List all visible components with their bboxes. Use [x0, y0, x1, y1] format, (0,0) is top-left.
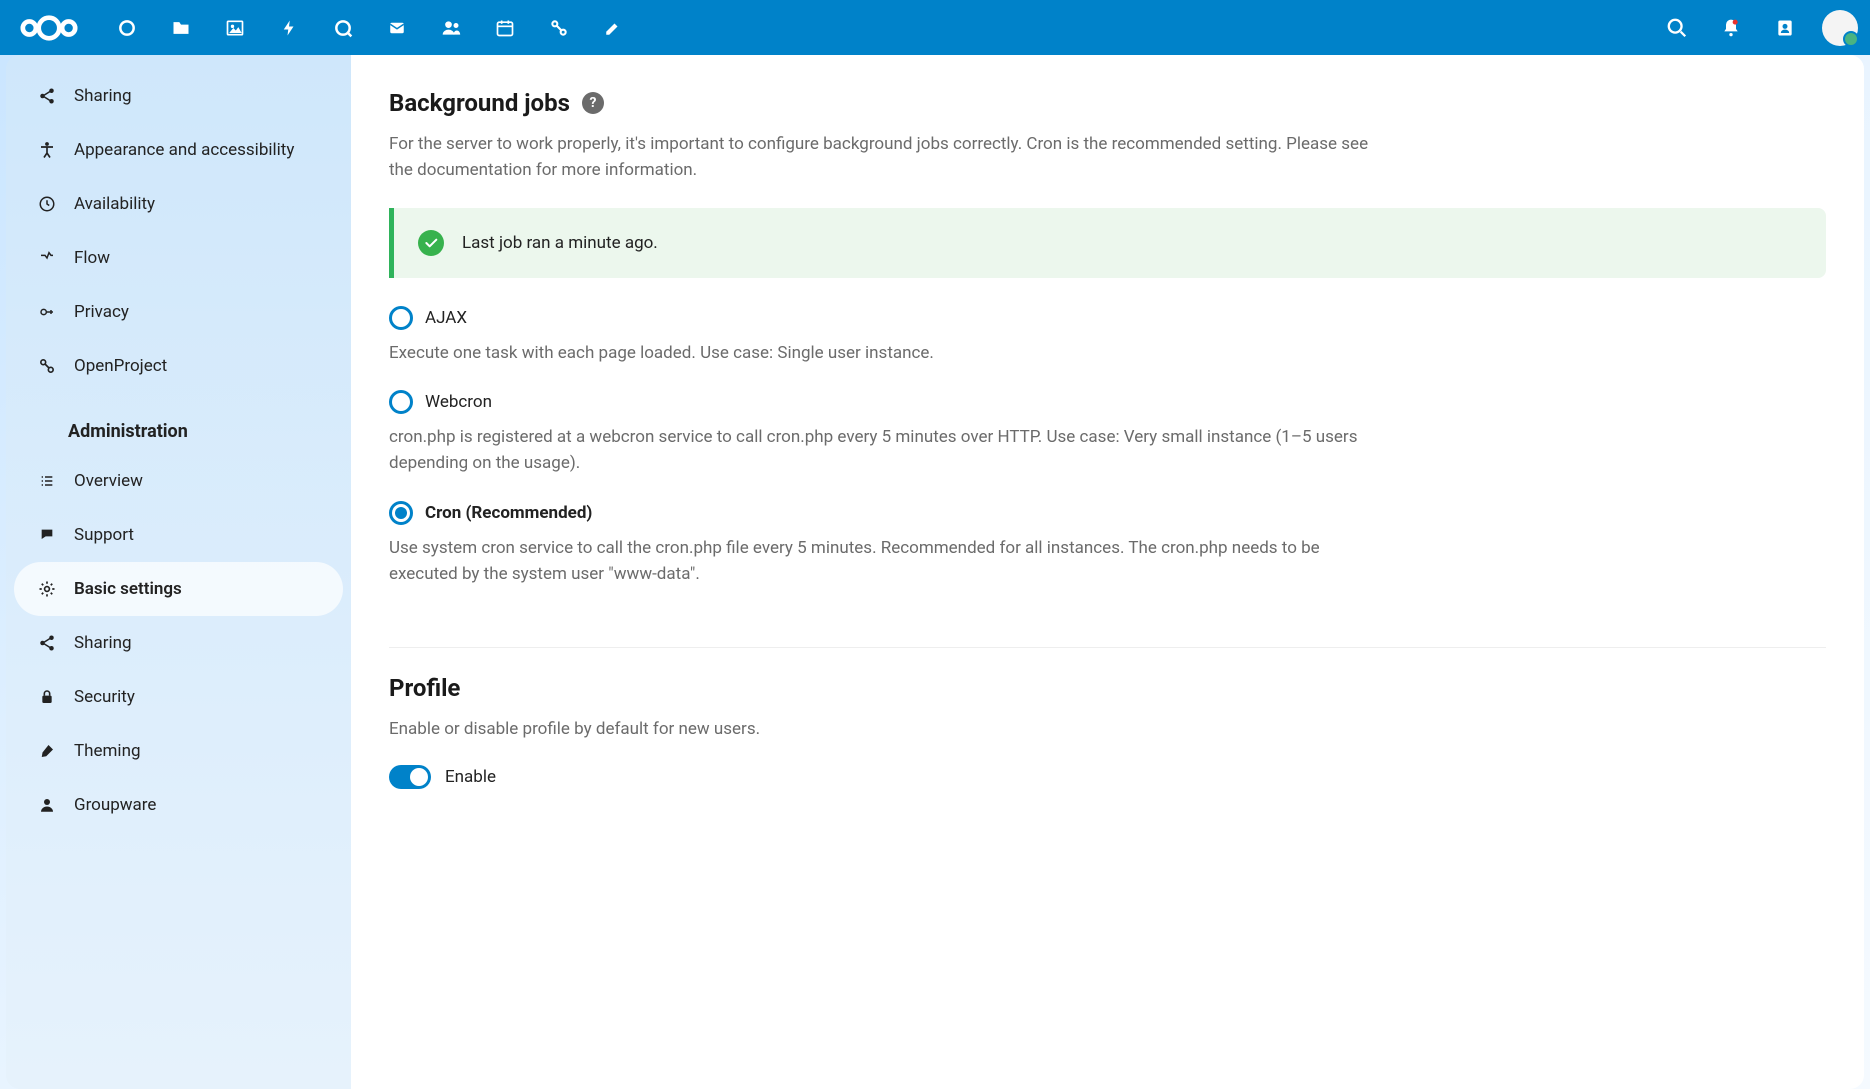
- search-icon[interactable]: [1652, 3, 1702, 53]
- sidebar-item-groupware[interactable]: Groupware: [14, 778, 343, 832]
- sidebar-item-label: Privacy: [74, 302, 129, 322]
- brush-icon: [32, 742, 62, 760]
- sidebar-item-security[interactable]: Security: [14, 670, 343, 724]
- notes-app-icon[interactable]: [588, 3, 638, 53]
- topbar: [0, 0, 1870, 55]
- sidebar-item-theming[interactable]: Theming: [14, 724, 343, 778]
- profile-section: Profile Enable or disable profile by def…: [389, 674, 1826, 788]
- gear-icon: [32, 580, 62, 598]
- cron-status-text: Last job ran a minute ago.: [462, 233, 658, 253]
- sidebar-item-support[interactable]: Support: [14, 508, 343, 562]
- accessibility-icon: [32, 141, 62, 159]
- radio-cron-desc: Use system cron service to call the cron…: [389, 535, 1389, 588]
- flow-icon: [32, 250, 62, 266]
- profile-enable-toggle[interactable]: [389, 765, 431, 789]
- cron-status-banner: Last job ran a minute ago.: [389, 208, 1826, 278]
- chat-icon: [32, 527, 62, 543]
- files-app-icon[interactable]: [156, 3, 206, 53]
- radio-ajax[interactable]: [389, 306, 413, 330]
- clock-icon: [32, 195, 62, 213]
- sidebar-item-basic-settings[interactable]: Basic settings: [14, 562, 343, 616]
- user-icon: [32, 796, 62, 814]
- key-icon: [32, 304, 62, 320]
- sidebar-item-label: OpenProject: [74, 356, 167, 376]
- sidebar-item-label: Flow: [74, 248, 110, 268]
- calendar-app-icon[interactable]: [480, 3, 530, 53]
- activity-app-icon[interactable]: [264, 3, 314, 53]
- background-jobs-title: Background jobs ?: [389, 89, 1826, 117]
- top-system-bar: [1652, 3, 1858, 53]
- sidebar-item-label: Sharing: [74, 86, 132, 106]
- help-icon[interactable]: ?: [582, 92, 604, 114]
- radio-webcron[interactable]: [389, 390, 413, 414]
- sidebar-item-label: Basic settings: [74, 579, 182, 599]
- radio-ajax-desc: Execute one task with each page loaded. …: [389, 340, 1389, 366]
- openproject-app-icon[interactable]: [534, 3, 584, 53]
- openproject-icon: [32, 357, 62, 375]
- sidebar-item-flow[interactable]: Flow: [14, 231, 343, 285]
- notifications-icon[interactable]: [1706, 3, 1756, 53]
- list-icon: [32, 473, 62, 489]
- section-divider: [389, 647, 1826, 648]
- check-icon: [418, 230, 444, 256]
- photos-app-icon[interactable]: [210, 3, 260, 53]
- settings-sidebar: Sharing Appearance and accessibility Ava…: [6, 55, 351, 1089]
- sidebar-item-appearance[interactable]: Appearance and accessibility: [14, 123, 343, 177]
- sidebar-item-label: Groupware: [74, 795, 156, 815]
- top-app-bar: [102, 3, 638, 53]
- sidebar-item-label: Sharing: [74, 633, 132, 653]
- sidebar-item-label: Appearance and accessibility: [74, 140, 294, 160]
- radio-cron-label[interactable]: Cron (Recommended): [425, 503, 592, 523]
- app-logo[interactable]: [20, 13, 78, 43]
- radio-cron[interactable]: [389, 501, 413, 525]
- contacts-menu-icon[interactable]: [1760, 3, 1810, 53]
- background-jobs-section: Background jobs ? For the server to work…: [389, 89, 1826, 587]
- radio-ajax-label[interactable]: AJAX: [425, 308, 467, 328]
- sidebar-item-sharing[interactable]: Sharing: [14, 69, 343, 123]
- sidebar-item-privacy[interactable]: Privacy: [14, 285, 343, 339]
- sidebar-admin-header: Administration: [6, 393, 351, 454]
- sidebar-item-admin-sharing[interactable]: Sharing: [14, 616, 343, 670]
- lock-icon: [32, 688, 62, 706]
- circles-app-icon[interactable]: [318, 3, 368, 53]
- sidebar-item-label: Overview: [74, 471, 143, 491]
- sidebar-item-label: Theming: [74, 741, 141, 761]
- contacts-app-icon[interactable]: [426, 3, 476, 53]
- share-icon: [32, 87, 62, 105]
- title-text: Profile: [389, 674, 460, 702]
- sidebar-item-label: Availability: [74, 194, 155, 214]
- dashboard-app-icon[interactable]: [102, 3, 152, 53]
- sidebar-item-label: Security: [74, 687, 135, 707]
- profile-title: Profile: [389, 674, 1826, 702]
- mail-app-icon[interactable]: [372, 3, 422, 53]
- radio-webcron-label[interactable]: Webcron: [425, 392, 492, 412]
- sidebar-item-availability[interactable]: Availability: [14, 177, 343, 231]
- background-jobs-desc: For the server to work properly, it's im…: [389, 131, 1389, 184]
- radio-webcron-desc: cron.php is registered at a webcron serv…: [389, 424, 1389, 477]
- profile-enable-label[interactable]: Enable: [445, 767, 496, 787]
- settings-content: Background jobs ? For the server to work…: [351, 55, 1864, 1089]
- title-text: Background jobs: [389, 89, 570, 117]
- sidebar-item-overview[interactable]: Overview: [14, 454, 343, 508]
- share-icon: [32, 634, 62, 652]
- sidebar-item-openproject[interactable]: OpenProject: [14, 339, 343, 393]
- sidebar-item-label: Support: [74, 525, 134, 545]
- profile-desc: Enable or disable profile by default for…: [389, 716, 1389, 742]
- user-avatar[interactable]: [1822, 10, 1858, 46]
